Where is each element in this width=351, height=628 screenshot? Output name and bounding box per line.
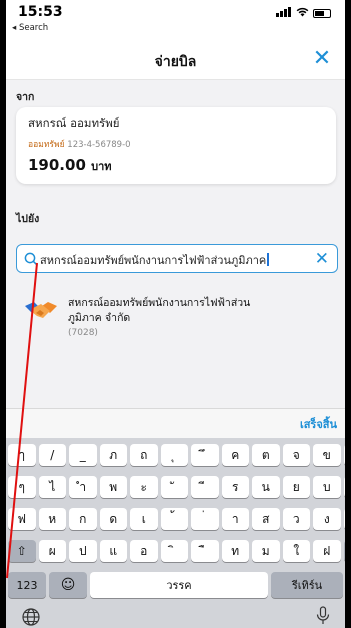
key[interactable]: า bbox=[221, 508, 249, 530]
amount: 190.00 บาท bbox=[28, 156, 112, 175]
key[interactable]: พ bbox=[99, 476, 127, 498]
return-key[interactable]: รีเทิร์น bbox=[271, 572, 343, 598]
keyboard-row-4: ⇧ ผ ป แ อ ิ ื ท ม ใ ฝ ⌫ bbox=[6, 540, 345, 562]
shift-key[interactable]: ⇧ bbox=[8, 540, 36, 562]
key[interactable]: ุ bbox=[160, 444, 188, 466]
key[interactable]: ท bbox=[221, 540, 249, 562]
to-section-label: ไปยัง bbox=[16, 213, 40, 225]
nav-bar: จ่ายบิล ✕ bbox=[6, 40, 345, 80]
key[interactable]: ด bbox=[99, 508, 127, 530]
amount-value: 190.00 bbox=[28, 156, 86, 174]
back-to-search-link[interactable]: ◂ Search bbox=[12, 23, 48, 33]
keyboard-row-2: ๆ ไ ำ พ ะ ั ี ร น ย บ ล bbox=[6, 476, 345, 498]
key[interactable]: น bbox=[252, 476, 280, 498]
search-value: สหกรณ์ออมทรัพย์พนักงานการไฟฟ้าส่วนภูมิภา… bbox=[40, 251, 269, 269]
key[interactable]: ก bbox=[69, 508, 97, 530]
microphone-icon[interactable] bbox=[315, 606, 331, 626]
globe-icon[interactable] bbox=[20, 606, 42, 628]
key[interactable]: บ bbox=[313, 476, 341, 498]
key[interactable]: ช bbox=[343, 444, 345, 466]
emoji-key[interactable]: ☺ bbox=[49, 572, 87, 598]
key[interactable]: ว bbox=[282, 508, 310, 530]
key[interactable]: ใ bbox=[282, 540, 310, 562]
key[interactable]: อ bbox=[130, 540, 158, 562]
from-account-name: สหกรณ์ ออมทรัพย์ bbox=[28, 116, 120, 130]
keyboard-row-1: ๅ / _ ภ ถ ุ ึ ค ต จ ข ช bbox=[6, 444, 345, 466]
key[interactable]: ง bbox=[313, 508, 341, 530]
key[interactable]: ะ bbox=[130, 476, 158, 498]
key[interactable]: ต bbox=[252, 444, 280, 466]
keyboard-row-3: ฟ ห ก ด เ ้ ่ า ส ว ง ข bbox=[6, 508, 345, 530]
delete-key[interactable]: ⌫ bbox=[343, 540, 345, 562]
wifi-icon bbox=[296, 7, 309, 20]
from-account-details: ออมทรัพย์ 123-4-56789-0 bbox=[28, 137, 131, 151]
key[interactable]: ื bbox=[191, 540, 219, 562]
key[interactable]: ร bbox=[221, 476, 249, 498]
key[interactable]: ๅ bbox=[8, 444, 36, 466]
device-frame: 15:53 ◂ Search จ่ายบิล ✕ จาก สหกรณ์ ออมท… bbox=[0, 0, 351, 628]
clear-search-button[interactable]: ✕ bbox=[315, 248, 329, 270]
key[interactable]: ๆ bbox=[8, 476, 36, 498]
account-type: ออมทรัพย์ bbox=[28, 140, 65, 150]
done-button[interactable]: เสร็จสิ้น bbox=[300, 415, 337, 433]
key[interactable]: ห bbox=[38, 508, 66, 530]
signal-icon bbox=[276, 7, 292, 20]
search-icon bbox=[24, 252, 38, 266]
screen: 15:53 ◂ Search จ่ายบิล ✕ จาก สหกรณ์ ออมท… bbox=[6, 0, 345, 628]
key[interactable]: ้ bbox=[160, 508, 188, 530]
key[interactable]: ป bbox=[69, 540, 97, 562]
status-time: 15:53 bbox=[18, 4, 63, 20]
close-button[interactable]: ✕ bbox=[309, 46, 335, 72]
key[interactable]: ม bbox=[252, 540, 280, 562]
key[interactable]: ส bbox=[252, 508, 280, 530]
key[interactable]: _ bbox=[69, 444, 97, 466]
key[interactable]: จ bbox=[282, 444, 310, 466]
key[interactable]: ข bbox=[313, 444, 341, 466]
keyboard-bottom-row: 123 ☺ วรรค รีเทิร์น bbox=[8, 572, 345, 598]
search-result-item[interactable]: สหกรณ์ออมทรัพย์พนักงานการไฟฟ้าส่วน ภูมิภ… bbox=[6, 292, 345, 356]
key[interactable]: ึ bbox=[191, 444, 219, 466]
key[interactable]: ่ bbox=[191, 508, 219, 530]
amount-unit: บาท bbox=[91, 160, 112, 173]
key[interactable]: ำ bbox=[69, 476, 97, 498]
key[interactable]: / bbox=[38, 444, 66, 466]
key[interactable]: ค bbox=[221, 444, 249, 466]
page-title: จ่ายบิล bbox=[154, 54, 197, 70]
battery-icon bbox=[313, 9, 331, 18]
account-number: 123-4-56789-0 bbox=[67, 140, 131, 150]
key[interactable]: ผ bbox=[38, 540, 66, 562]
status-icons bbox=[276, 7, 331, 20]
text-cursor bbox=[267, 253, 269, 266]
key[interactable]: เ bbox=[130, 508, 158, 530]
key[interactable]: ถ bbox=[130, 444, 158, 466]
key[interactable]: ี bbox=[191, 476, 219, 498]
status-bar: 15:53 ◂ Search bbox=[6, 0, 345, 40]
key[interactable]: ั bbox=[160, 476, 188, 498]
biller-search-input[interactable]: สหกรณ์ออมทรัพย์พนักงานการไฟฟ้าส่วนภูมิภา… bbox=[16, 244, 338, 273]
from-account-card[interactable]: สหกรณ์ ออมทรัพย์ ออมทรัพย์ 123-4-56789-0… bbox=[16, 107, 336, 184]
from-section-label: จาก bbox=[16, 91, 35, 103]
key[interactable]: ข bbox=[343, 508, 345, 530]
key[interactable]: ิ bbox=[160, 540, 188, 562]
key[interactable]: ฟ bbox=[8, 508, 36, 530]
handshake-icon bbox=[25, 302, 57, 318]
numbers-key[interactable]: 123 bbox=[8, 572, 46, 598]
key[interactable]: ย bbox=[282, 476, 310, 498]
key[interactable]: แ bbox=[99, 540, 127, 562]
key[interactable]: ไ bbox=[38, 476, 66, 498]
result-name: สหกรณ์ออมทรัพย์พนักงานการไฟฟ้าส่วน ภูมิภ… bbox=[68, 297, 251, 324]
keyboard-accessory-bar: เสร็จสิ้น bbox=[6, 408, 345, 438]
key[interactable]: ฝ bbox=[313, 540, 341, 562]
result-code: (7028) bbox=[68, 328, 98, 338]
key[interactable]: ล bbox=[343, 476, 345, 498]
keyboard: ๅ / _ ภ ถ ุ ึ ค ต จ ข ช ๆ ไ ำ พ ะ ั ี bbox=[6, 438, 345, 628]
space-key[interactable]: วรรค bbox=[90, 572, 268, 598]
key[interactable]: ภ bbox=[99, 444, 127, 466]
